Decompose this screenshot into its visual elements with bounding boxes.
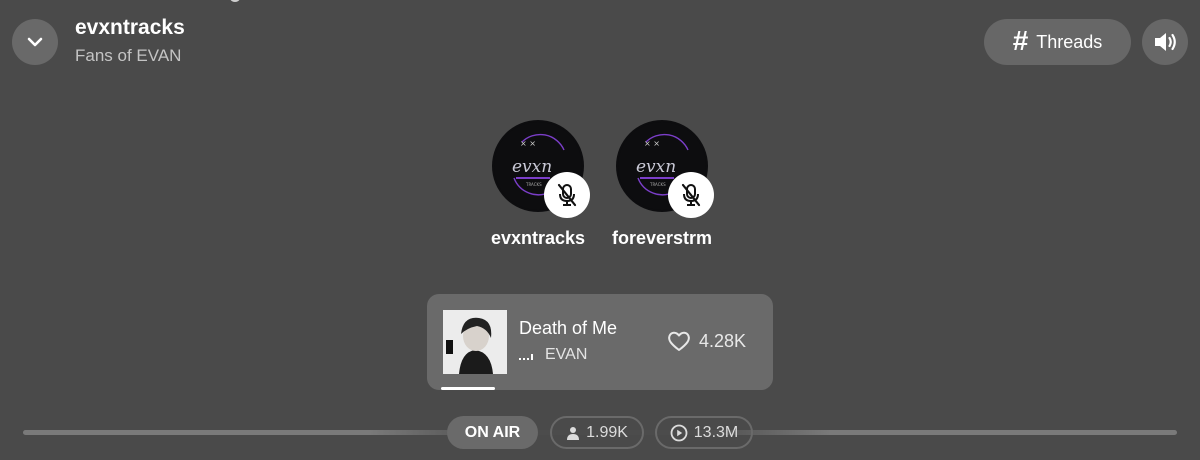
chevron-down-icon bbox=[27, 37, 43, 47]
album-cover-image bbox=[443, 310, 507, 374]
play-circle-icon bbox=[670, 424, 688, 441]
on-air-badge: ON AIR bbox=[447, 416, 538, 449]
heart-icon bbox=[668, 331, 690, 351]
speaker-name: foreverstrm bbox=[611, 228, 713, 248]
track-artist-row: EVAN bbox=[519, 346, 587, 364]
listener-count: 1.99K bbox=[586, 423, 628, 441]
equalizer-icon bbox=[519, 354, 533, 360]
speaker-name: evxntracks bbox=[490, 228, 586, 248]
collapse-button[interactable] bbox=[12, 19, 58, 65]
speaker-card[interactable]: × × evxn TRACKS evxntracks bbox=[473, 120, 603, 249]
listener-count-badge[interactable]: 1.99K bbox=[550, 416, 644, 449]
svg-text:× ×: × × bbox=[520, 139, 536, 148]
play-count-badge[interactable]: 13.3M bbox=[655, 416, 753, 449]
like-count: 4.28K bbox=[699, 330, 747, 351]
threads-button[interactable]: # Threads bbox=[984, 19, 1131, 65]
track-title: Death of Me bbox=[519, 318, 618, 338]
track-progress-bar bbox=[441, 387, 495, 390]
album-cover bbox=[443, 310, 507, 374]
mute-button[interactable] bbox=[544, 172, 590, 218]
hash-icon: # bbox=[1012, 25, 1029, 56]
mic-off-icon bbox=[557, 183, 577, 207]
person-icon bbox=[567, 426, 580, 440]
svg-text:evxn: evxn bbox=[512, 157, 552, 177]
sound-button[interactable] bbox=[1142, 19, 1188, 65]
space-title[interactable]: evxntracks bbox=[75, 16, 185, 40]
avatar[interactable]: × × evxn TRACKS bbox=[492, 120, 590, 218]
mic-off-icon bbox=[681, 183, 701, 207]
like-button[interactable]: 4.28K bbox=[667, 330, 746, 352]
speaker-card[interactable]: × × evxn TRACKS foreverstrm bbox=[597, 120, 727, 249]
svg-text:evxn: evxn bbox=[636, 157, 676, 177]
svg-text:TRACKS: TRACKS bbox=[525, 182, 542, 187]
svg-text:TRACKS: TRACKS bbox=[649, 182, 666, 187]
threads-label: Threads bbox=[1036, 31, 1103, 52]
play-count: 13.3M bbox=[693, 423, 739, 441]
speaker-icon bbox=[1155, 33, 1176, 51]
mute-button[interactable] bbox=[668, 172, 714, 218]
avatar[interactable]: × × evxn TRACKS bbox=[616, 120, 714, 218]
now-playing-card[interactable]: Death of Me EVAN 4.28K bbox=[427, 294, 773, 390]
space-subtitle: Fans of EVAN bbox=[75, 46, 182, 65]
svg-text:× ×: × × bbox=[644, 139, 660, 148]
track-artist: EVAN bbox=[545, 346, 588, 363]
on-air-label: ON AIR bbox=[464, 423, 521, 441]
top-edge-fragment bbox=[230, 0, 240, 2]
